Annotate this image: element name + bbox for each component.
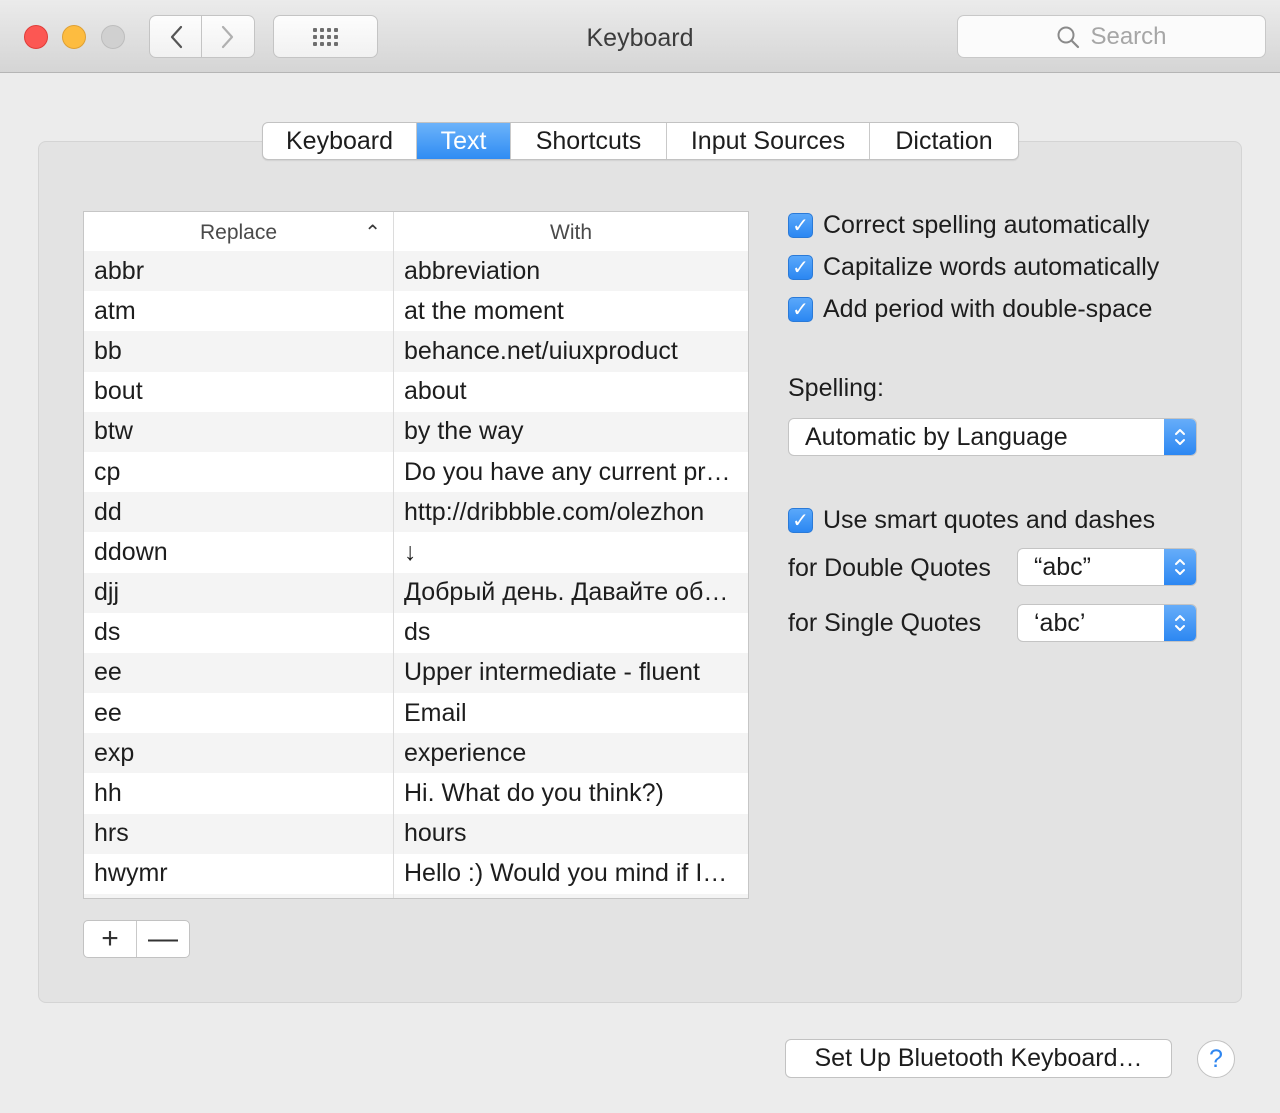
- replace-cell: hrs: [84, 813, 394, 854]
- add-remove-control: + —: [83, 920, 190, 958]
- with-cell: experience: [404, 738, 527, 767]
- table-row[interactable]: djj Добрый день. Давайте об…: [84, 572, 748, 613]
- table-row[interactable]: cp Do you have any current pr…: [84, 451, 748, 493]
- table-row[interactable]: ee Upper intermediate - fluent: [84, 652, 748, 694]
- column-header-replace-label: Replace: [199, 221, 278, 244]
- with-cell: ds: [404, 618, 431, 647]
- updown-arrows-icon: [1164, 605, 1196, 641]
- capitalize-label: Capitalize words automatically: [823, 253, 1160, 281]
- correct-spelling-option[interactable]: ✓ Correct spelling automatically: [788, 211, 1150, 240]
- replace-cell: cp: [84, 451, 394, 493]
- with-cell: ↓: [404, 537, 417, 566]
- single-quotes-value: ‘abc’: [1034, 608, 1086, 637]
- table-row[interactable]: ds ds: [84, 612, 748, 653]
- single-quotes-select[interactable]: ‘abc’: [1017, 604, 1197, 642]
- spelling-label: Spelling:: [788, 374, 884, 402]
- capitalize-option[interactable]: ✓ Capitalize words automatically: [788, 253, 1159, 282]
- set-up-bluetooth-keyboard-button[interactable]: Set Up Bluetooth Keyboard…: [785, 1039, 1172, 1078]
- table-row[interactable]: dd http://dribbble.com/olezhon: [84, 492, 748, 533]
- table-row[interactable]: hwymr Hello :) Would you mind if I…: [84, 853, 748, 894]
- table-body: abbr abbreviation atm at the moment bb beha…: [84, 251, 748, 898]
- search-placeholder: Search: [1090, 22, 1167, 50]
- replace-cell: bb: [84, 331, 394, 372]
- with-cell: Hi. What do you think?): [404, 779, 664, 808]
- table-row[interactable]: ddown ↓: [84, 532, 748, 573]
- replace-cell: ee: [84, 652, 394, 694]
- replace-cell: hwymr: [84, 853, 394, 894]
- add-button[interactable]: +: [84, 921, 137, 957]
- tab-text[interactable]: Text: [417, 123, 511, 159]
- replace-cell: ddown: [84, 532, 394, 573]
- double-space-period-checkbox[interactable]: ✓: [788, 297, 813, 322]
- double-space-period-option[interactable]: ✓ Add period with double-space: [788, 295, 1152, 324]
- with-cell: about: [404, 377, 467, 406]
- table-row[interactable]: bout about: [84, 371, 748, 412]
- replace-cell: ds: [84, 612, 394, 653]
- replace-cell: djj: [84, 572, 394, 613]
- double-quotes-select[interactable]: “abc”: [1017, 548, 1197, 586]
- spelling-select-value: Automatic by Language: [805, 422, 1068, 451]
- replace-cell: exp: [84, 733, 394, 774]
- replace-cell: hh: [84, 773, 394, 814]
- table-row[interactable]: hrs hours: [84, 813, 748, 854]
- tab-dictation[interactable]: Dictation: [870, 123, 1018, 159]
- smart-quotes-checkbox[interactable]: ✓: [788, 508, 813, 533]
- table-row[interactable]: exp experience: [84, 733, 748, 774]
- with-cell: http://dribbble.com/olezhon: [404, 497, 705, 526]
- capitalize-checkbox[interactable]: ✓: [788, 255, 813, 280]
- double-quotes-value: “abc”: [1034, 552, 1091, 581]
- table-row[interactable]: hh Hi. What do you think?): [84, 773, 748, 814]
- tab-shortcuts[interactable]: Shortcuts: [511, 123, 667, 159]
- with-cell: by the way: [404, 417, 524, 446]
- replace-cell: [84, 894, 394, 898]
- replace-cell: ee: [84, 693, 394, 734]
- spelling-select[interactable]: Automatic by Language: [788, 418, 1197, 456]
- sort-ascending-icon: ⌃: [364, 222, 381, 244]
- with-cell: behance.net/uiuxproduct: [404, 336, 678, 365]
- remove-button[interactable]: —: [137, 921, 189, 957]
- with-cell: at the moment: [404, 296, 564, 325]
- table-header: Replace ⌃ With: [84, 212, 748, 255]
- column-header-with-label: With: [550, 221, 592, 244]
- single-quotes-label: for Single Quotes: [788, 609, 982, 637]
- replace-cell: atm: [84, 291, 394, 332]
- with-cell: Do you have any current pr…: [404, 457, 731, 486]
- search-icon: [1057, 26, 1080, 48]
- with-cell: Upper intermediate - fluent: [404, 658, 700, 687]
- with-cell: Hello :) Would you mind if I…: [404, 859, 728, 888]
- table-row[interactable]: abbr abbreviation: [84, 251, 748, 292]
- table-row[interactable]: [84, 894, 748, 898]
- replace-cell: abbr: [84, 251, 394, 292]
- double-space-period-label: Add period with double-space: [823, 295, 1153, 323]
- smart-quotes-option[interactable]: ✓ Use smart quotes and dashes: [788, 506, 1155, 535]
- double-quotes-label: for Double Quotes: [788, 554, 991, 582]
- with-cell: hours: [404, 819, 467, 848]
- table-row[interactable]: ee Email: [84, 693, 748, 734]
- replace-cell: bout: [84, 371, 394, 412]
- text-replacement-table[interactable]: Replace ⌃ With abbr abbreviation atm at th…: [83, 211, 749, 899]
- with-cell: abbreviation: [404, 256, 541, 285]
- with-cell: Добрый день. Давайте об…: [404, 578, 729, 607]
- table-row[interactable]: bb behance.net/uiuxproduct: [84, 331, 748, 372]
- column-header-replace[interactable]: Replace ⌃: [84, 212, 394, 254]
- updown-arrows-icon: [1164, 419, 1196, 455]
- correct-spelling-checkbox[interactable]: ✓: [788, 213, 813, 238]
- smart-quotes-label: Use smart quotes and dashes: [823, 506, 1156, 534]
- table-row[interactable]: btw by the way: [84, 411, 748, 452]
- with-cell: Email: [404, 698, 467, 727]
- tab-input-sources[interactable]: Input Sources: [667, 123, 870, 159]
- updown-arrows-icon: [1164, 549, 1196, 585]
- table-row[interactable]: atm at the moment: [84, 291, 748, 332]
- tab-keyboard[interactable]: Keyboard: [263, 123, 417, 159]
- column-header-with[interactable]: With: [394, 212, 748, 254]
- tab-bar: Keyboard Text Shortcuts Input Sources Di…: [262, 122, 1019, 160]
- title-bar: Keyboard Search: [0, 0, 1280, 73]
- replace-cell: btw: [84, 411, 394, 452]
- help-button[interactable]: ?: [1197, 1040, 1235, 1078]
- search-field[interactable]: Search: [957, 15, 1266, 58]
- replace-cell: dd: [84, 492, 394, 533]
- correct-spelling-label: Correct spelling automatically: [823, 211, 1150, 239]
